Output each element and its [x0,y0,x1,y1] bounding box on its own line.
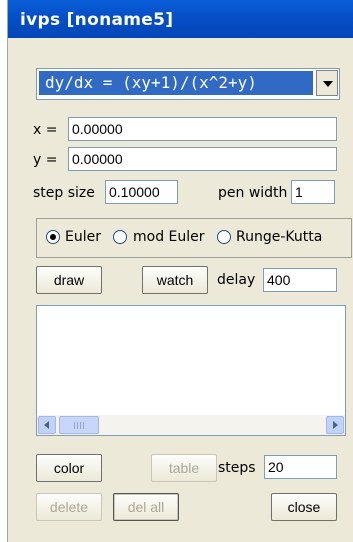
y-label: y = [33,152,58,168]
pen-width-input[interactable]: 1 [291,180,335,204]
radio-mod-euler-label[interactable]: mod Euler [133,229,205,245]
draw-button[interactable]: draw [36,266,102,294]
step-size-input[interactable]: 0.10000 [105,180,178,204]
results-listbox[interactable] [36,305,346,436]
delete-button[interactable]: delete [36,493,102,521]
title-bar[interactable]: ivps [noname5] [8,0,353,38]
radio-mod-euler[interactable] [113,230,127,244]
scroll-right-icon[interactable] [326,416,344,434]
x-input[interactable]: 0.00000 [68,117,337,141]
step-size-label: step size [33,185,95,201]
scroll-thumb[interactable] [59,416,99,434]
delete-all-button[interactable]: del all [113,493,179,521]
radio-euler[interactable] [46,230,60,244]
method-group: Euler mod Euler Runge-Kutta [36,218,352,258]
watch-button[interactable]: watch [142,266,208,294]
steps-label: steps [218,460,256,476]
y-input[interactable]: 0.00000 [68,147,337,171]
color-button[interactable]: color [36,454,102,482]
scroll-left-icon[interactable] [38,416,56,434]
chevron-down-icon[interactable] [316,70,338,96]
window-title: ivps [noname5] [20,10,174,30]
delay-label: delay [217,272,256,288]
radio-runge-kutta-label[interactable]: Runge-Kutta [236,229,322,245]
pen-width-label: pen width [218,185,288,201]
radio-euler-label[interactable]: Euler [65,229,101,245]
close-button[interactable]: close [271,493,337,521]
ivps-window: ivps [noname5] dy/dx = (xy+1)/(x^2+y) x … [7,0,353,542]
grip-icon [74,422,84,429]
table-button[interactable]: table [151,454,217,482]
radio-runge-kutta[interactable] [217,230,231,244]
horizontal-scrollbar[interactable] [37,415,345,435]
x-label: x = [33,122,58,138]
equation-selected-value: dy/dx = (xy+1)/(x^2+y) [39,71,313,95]
delay-input[interactable]: 400 [263,268,337,292]
steps-input[interactable]: 20 [264,455,337,479]
equation-dropdown[interactable]: dy/dx = (xy+1)/(x^2+y) [36,68,340,100]
